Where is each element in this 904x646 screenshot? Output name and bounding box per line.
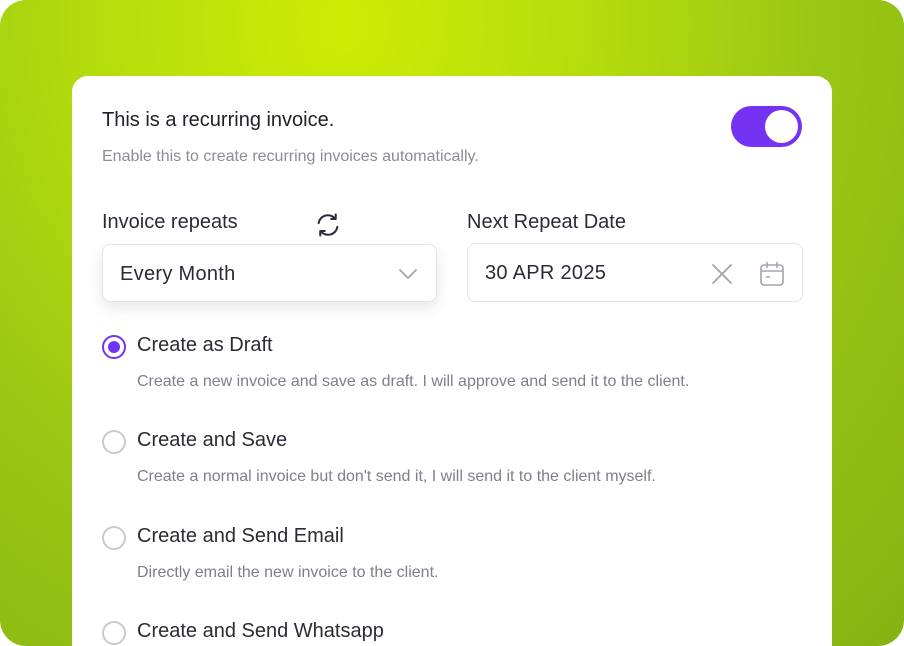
recurring-subtitle: Enable this to create recurring invoices… bbox=[102, 148, 479, 165]
background-frame: This is a recurring invoice. Enable this… bbox=[0, 0, 904, 646]
option-label: Create as Draft bbox=[137, 334, 273, 356]
option-description: Create a normal invoice but don't send i… bbox=[137, 468, 656, 485]
option-label: Create and Save bbox=[137, 429, 288, 451]
repeat-frequency-select[interactable]: Every Month bbox=[102, 244, 437, 302]
recurring-toggle[interactable] bbox=[731, 106, 802, 147]
next-repeat-date-value: 30 APR 2025 bbox=[485, 262, 607, 284]
calendar-icon[interactable] bbox=[758, 260, 786, 288]
next-repeat-date-label: Next Repeat Date bbox=[467, 211, 626, 233]
radio-button[interactable] bbox=[102, 526, 126, 550]
next-repeat-date-field[interactable]: 30 APR 2025 bbox=[467, 243, 803, 302]
invoice-repeats-label: Invoice repeats bbox=[102, 211, 238, 233]
radio-button[interactable] bbox=[102, 335, 126, 359]
option-description: Create a new invoice and save as draft. … bbox=[137, 373, 690, 390]
chevron-down-icon bbox=[399, 269, 417, 279]
repeat-frequency-value: Every Month bbox=[120, 263, 236, 285]
radio-dot bbox=[108, 341, 120, 353]
option-label: Create and Send Email bbox=[137, 525, 344, 547]
option-description: Directly email the new invoice to the cl… bbox=[137, 564, 439, 581]
radio-button[interactable] bbox=[102, 621, 126, 645]
option-label: Create and Send Whatsapp bbox=[137, 620, 384, 642]
close-icon[interactable] bbox=[709, 261, 735, 287]
recurring-invoice-card: This is a recurring invoice. Enable this… bbox=[72, 76, 832, 646]
sync-icon[interactable] bbox=[313, 210, 343, 240]
radio-button[interactable] bbox=[102, 430, 126, 454]
toggle-knob bbox=[765, 110, 798, 143]
recurring-title: This is a recurring invoice. bbox=[102, 109, 335, 131]
